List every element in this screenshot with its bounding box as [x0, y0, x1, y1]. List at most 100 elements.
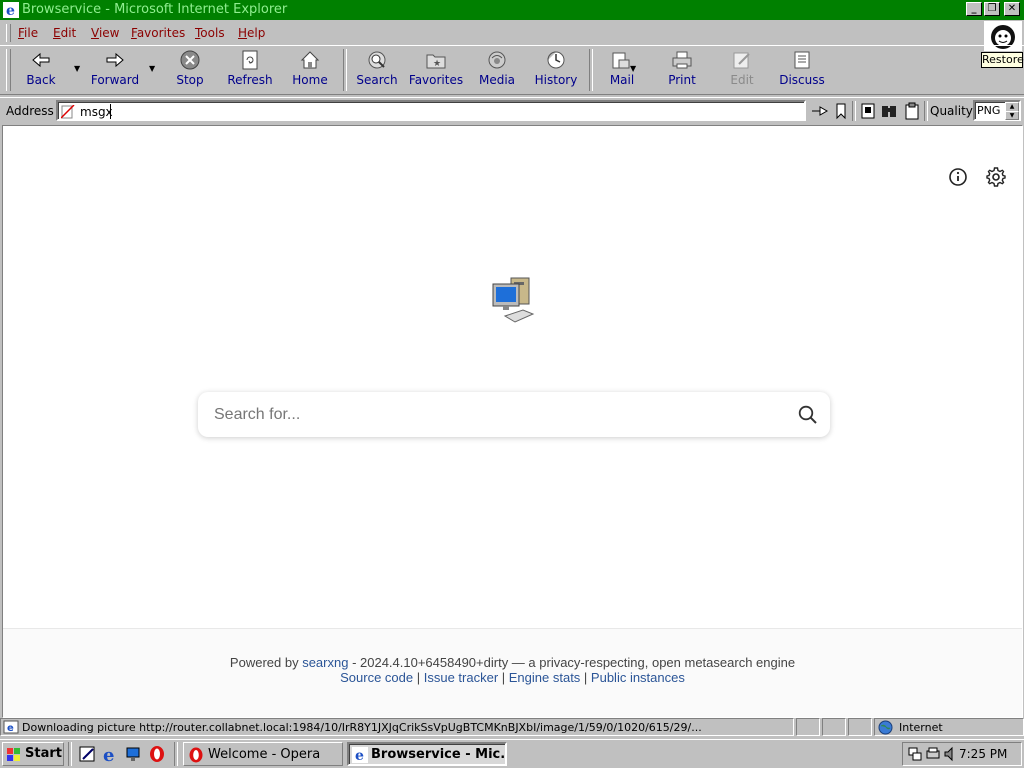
favorites-folder-icon: ★: [426, 54, 446, 69]
menu-grip: [6, 24, 11, 42]
taskbar-separator-2: [174, 742, 178, 766]
status-pane-2: [796, 718, 820, 736]
title-bar[interactable]: e Browservice - Microsoft Internet Explo…: [0, 0, 1024, 20]
powered-by-text: Powered by: [229, 655, 299, 670]
printer-tray-icon[interactable]: [925, 746, 941, 762]
web-content: Powered by searxng - 2024.4.10+6458490+d…: [2, 125, 1023, 718]
minimize-button[interactable]: _: [966, 2, 982, 16]
quality-label: Quality: [930, 104, 973, 118]
toolbar-separator: [343, 49, 347, 91]
menu-favorites[interactable]: Favorites: [131, 26, 185, 40]
desktop-quicklaunch-icon[interactable]: [125, 745, 143, 763]
taskbar-separator: [68, 742, 72, 766]
clipboard-icon[interactable]: [903, 102, 921, 120]
refresh-icon: [242, 50, 258, 70]
stop-button[interactable]: Stop: [161, 50, 219, 87]
edit-toolbar-button[interactable]: Edit: [713, 50, 771, 87]
history-toolbar-button[interactable]: History: [527, 50, 585, 87]
search-icon[interactable]: [798, 405, 818, 425]
favorites-toolbar-button[interactable]: ★ Favorites: [407, 50, 465, 87]
menu-edit[interactable]: Edit: [53, 26, 76, 40]
menu-file[interactable]: File: [18, 26, 38, 40]
text-caret: [110, 104, 111, 119]
task-browservice[interactable]: e Browservice - Mic...: [347, 742, 507, 766]
history-icon: [547, 51, 565, 69]
window-title: Browservice - Microsoft Internet Explore…: [22, 2, 288, 17]
edit-quicklaunch-icon[interactable]: [78, 745, 96, 763]
binoculars-icon[interactable]: [880, 102, 898, 120]
start-button[interactable]: Start: [2, 742, 64, 766]
page-footer: Powered by searxng - 2024.4.10+6458490+d…: [3, 628, 1022, 717]
close-icon: ✕: [1007, 3, 1017, 14]
menu-help[interactable]: Help: [238, 26, 265, 40]
info-icon[interactable]: [947, 166, 969, 188]
mail-dropdown[interactable]: ▼: [630, 64, 636, 73]
minimize-icon: _: [971, 3, 977, 14]
source-code-link[interactable]: Source code: [340, 670, 413, 685]
address-label: Address: [6, 104, 54, 118]
back-arrow-icon: [32, 52, 50, 68]
toolbar-grip: [6, 49, 11, 91]
forward-dropdown[interactable]: ▼: [149, 64, 155, 73]
quality-value: PNG: [977, 104, 1001, 117]
quality-select[interactable]: PNG ▲ ▼: [973, 100, 1021, 121]
clock: 7:25 PM: [959, 747, 1008, 761]
public-instances-link[interactable]: Public instances: [591, 670, 685, 685]
page-broken-icon: [61, 105, 75, 119]
page-icon[interactable]: [860, 102, 876, 120]
search-toolbar-button[interactable]: Search: [348, 50, 406, 87]
engine-stats-link[interactable]: Engine stats: [509, 670, 581, 685]
opera-quicklaunch-icon[interactable]: [148, 745, 166, 763]
restore-button[interactable]: ❐: [984, 2, 1000, 16]
task-opera[interactable]: Welcome - Opera: [183, 742, 343, 766]
status-text: Downloading picture http://router.collab…: [22, 721, 702, 734]
ie-quicklaunch-icon[interactable]: e: [102, 745, 120, 763]
footer-separator: |: [580, 670, 591, 685]
menu-view[interactable]: View: [91, 26, 119, 40]
search-box[interactable]: [198, 392, 830, 437]
address-value: msgx: [80, 105, 113, 119]
media-toolbar-button[interactable]: Media: [468, 50, 526, 87]
zone-pane: Internet: [874, 718, 1024, 736]
discuss-icon: [794, 51, 810, 69]
settings-gear-icon[interactable]: [984, 165, 1008, 189]
menu-tools[interactable]: Tools: [195, 26, 225, 40]
address-input[interactable]: msgx: [56, 100, 806, 121]
ie-icon: e: [352, 747, 368, 763]
restore-icon: ❐: [987, 3, 997, 14]
svg-text:★: ★: [433, 59, 441, 69]
bookmark-icon[interactable]: [834, 102, 848, 120]
windows-logo-icon: [7, 748, 20, 761]
status-text-pane: e Downloading picture http://router.coll…: [0, 718, 794, 736]
back-dropdown[interactable]: ▼: [74, 64, 80, 73]
system-tray: 7:25 PM: [902, 742, 1022, 766]
quality-down-arrow[interactable]: ▼: [1005, 111, 1019, 120]
refresh-button[interactable]: Refresh: [221, 50, 279, 87]
svg-text:e: e: [103, 745, 114, 763]
address-separator: [852, 101, 856, 121]
back-button[interactable]: Back: [12, 50, 70, 87]
svg-text:e: e: [7, 723, 14, 734]
ie-page-icon: e: [3, 720, 19, 734]
ie-logo-icon: e: [3, 2, 19, 18]
globe-search-icon: [368, 51, 386, 69]
print-toolbar-button[interactable]: Print: [653, 50, 711, 87]
search-input[interactable]: [212, 400, 776, 430]
forward-button[interactable]: Forward: [86, 50, 144, 87]
media-icon: [488, 51, 506, 69]
home-icon: [300, 51, 320, 69]
svg-text:e: e: [355, 748, 364, 763]
zone-text: Internet: [899, 721, 943, 734]
go-arrow-icon[interactable]: [810, 102, 830, 120]
discuss-toolbar-button[interactable]: Discuss: [773, 50, 831, 87]
status-pane-4: [848, 718, 872, 736]
home-button[interactable]: Home: [281, 50, 339, 87]
issue-tracker-link[interactable]: Issue tracker: [424, 670, 498, 685]
volume-tray-icon[interactable]: [943, 746, 959, 762]
stop-icon: [180, 50, 200, 70]
searxng-link[interactable]: searxng: [302, 655, 348, 670]
mail-toolbar-button[interactable]: Mail: [593, 50, 651, 87]
footer-line-2: Source code | Issue tracker | Engine sta…: [3, 670, 1022, 685]
close-button[interactable]: ✕: [1004, 2, 1020, 16]
network-tray-icon[interactable]: [907, 746, 923, 762]
